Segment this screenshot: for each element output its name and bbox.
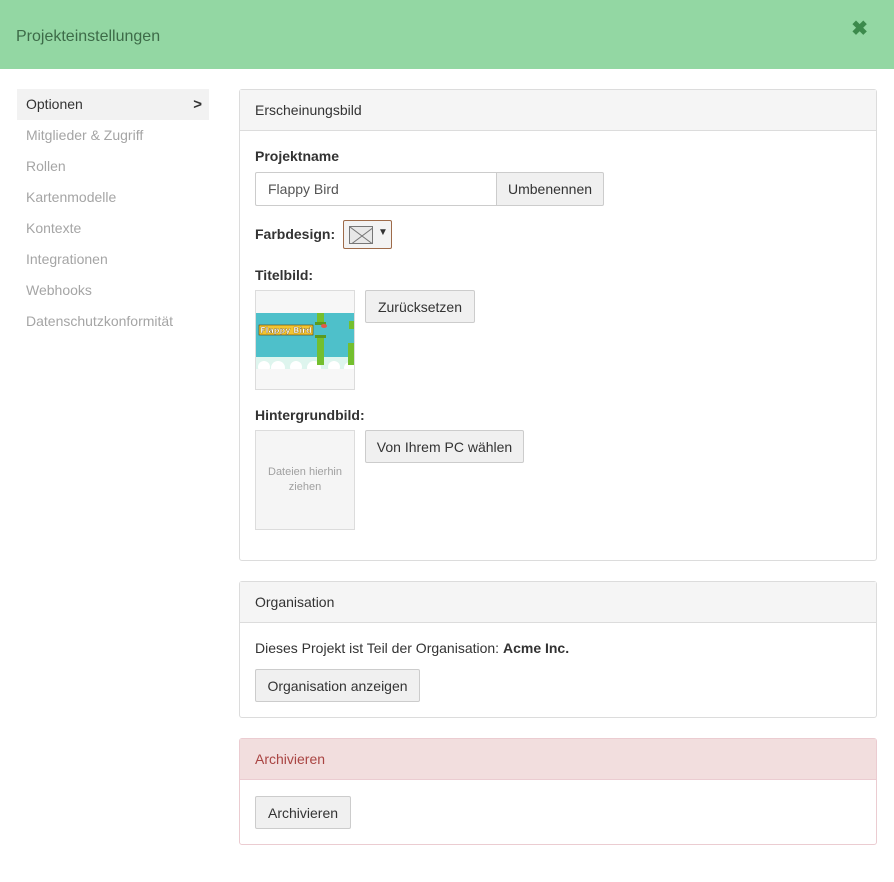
organization-info-text: Dieses Projekt ist Teil der Organisation… [255, 640, 569, 656]
organization-name: Acme Inc. [502, 640, 570, 656]
modal-header: Projekteinstellungen ✖ [0, 0, 894, 69]
archive-panel: Archivieren Archivieren [239, 738, 877, 845]
settings-sidebar: Optionen > Mitglieder & Zugriff Rollen K… [17, 89, 209, 337]
chevron-down-icon: ▼ [378, 227, 388, 238]
sidebar-item-label: Rollen [26, 158, 66, 174]
sidebar-item-label: Kartenmodelle [26, 189, 117, 205]
background-image-label: Hintergrundbild: [255, 407, 365, 423]
organization-info-label: Dieses Projekt ist Teil der Organisation… [255, 640, 500, 656]
appearance-panel: Erscheinungsbild Projektname Umbenennen … [239, 89, 877, 561]
sidebar-item-label: Integrationen [26, 251, 108, 267]
flappy-bird-thumbnail-image: Flappy Bird [256, 291, 354, 389]
project-name-label: Projektname [255, 148, 340, 164]
color-design-label: Farbdesign: [255, 226, 336, 242]
sidebar-item-webhooks[interactable]: Webhooks [17, 275, 209, 306]
chevron-right-icon: > [193, 96, 202, 113]
sidebar-item-label: Webhooks [26, 282, 92, 298]
color-swatch-icon [349, 226, 373, 244]
sidebar-item-datenschutz[interactable]: Datenschutzkonformität [17, 306, 209, 337]
close-icon[interactable]: ✖ [851, 19, 868, 39]
reset-cover-button[interactable]: Zurücksetzen [365, 290, 475, 323]
color-design-dropdown[interactable]: ▼ [343, 220, 392, 249]
dropzone-text: Dateien hierhin ziehen [268, 466, 342, 493]
organization-panel-title: Organisation [240, 582, 876, 623]
archive-panel-title: Archivieren [240, 739, 876, 780]
project-name-input[interactable] [255, 172, 497, 206]
sidebar-item-label: Optionen [26, 96, 83, 112]
organization-panel: Organisation Dieses Projekt ist Teil der… [239, 581, 877, 718]
archive-button[interactable]: Archivieren [255, 796, 351, 829]
sidebar-item-optionen[interactable]: Optionen > [17, 89, 209, 120]
sidebar-item-integrationen[interactable]: Integrationen [17, 244, 209, 275]
sidebar-item-kartenmodelle[interactable]: Kartenmodelle [17, 182, 209, 213]
cover-image-preview: Flappy Bird [255, 290, 355, 390]
sidebar-item-rollen[interactable]: Rollen [17, 151, 209, 182]
sidebar-item-kontexte[interactable]: Kontexte [17, 213, 209, 244]
cover-image-label: Titelbild: [255, 267, 314, 283]
sidebar-item-mitglieder[interactable]: Mitglieder & Zugriff [17, 120, 209, 151]
sidebar-item-label: Mitglieder & Zugriff [26, 127, 144, 143]
sidebar-item-label: Kontexte [26, 220, 82, 236]
sidebar-item-label: Datenschutzkonformität [26, 313, 174, 329]
modal-title: Projekteinstellungen [16, 28, 161, 45]
show-organization-button[interactable]: Organisation anzeigen [255, 669, 420, 702]
choose-from-pc-button[interactable]: Von Ihrem PC wählen [365, 430, 524, 463]
appearance-panel-title: Erscheinungsbild [240, 90, 876, 131]
background-image-dropzone[interactable]: Dateien hierhin ziehen [255, 430, 355, 530]
cover-image-caption: Flappy Bird [260, 326, 312, 335]
rename-button[interactable]: Umbenennen [496, 172, 604, 206]
